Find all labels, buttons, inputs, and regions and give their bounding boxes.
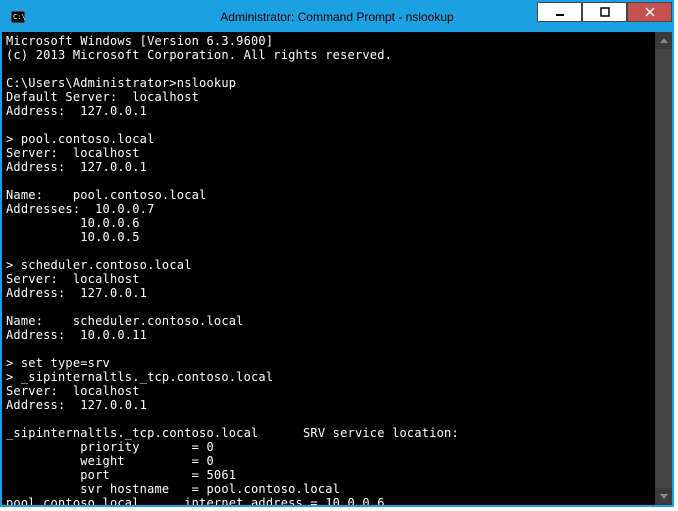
titlebar[interactable]: C:\ Administrator: Command Prompt - nslo…	[2, 2, 672, 32]
maximize-button[interactable]	[582, 2, 627, 22]
app-icon: C:\	[10, 9, 26, 25]
scroll-up-button[interactable]	[655, 32, 672, 49]
window-controls	[537, 2, 672, 22]
svg-text:C:\: C:\	[13, 13, 25, 21]
scroll-down-button[interactable]	[655, 488, 672, 505]
terminal-area: Microsoft Windows [Version 6.3.9600] (c)…	[2, 32, 672, 505]
scroll-track[interactable]	[655, 49, 672, 488]
scroll-thumb[interactable]	[655, 49, 672, 488]
command-prompt-window: C:\ Administrator: Command Prompt - nslo…	[0, 0, 674, 507]
minimize-button[interactable]	[537, 2, 582, 22]
terminal-output[interactable]: Microsoft Windows [Version 6.3.9600] (c)…	[2, 32, 655, 505]
scrollbar[interactable]	[655, 32, 672, 505]
close-button[interactable]	[627, 2, 672, 22]
